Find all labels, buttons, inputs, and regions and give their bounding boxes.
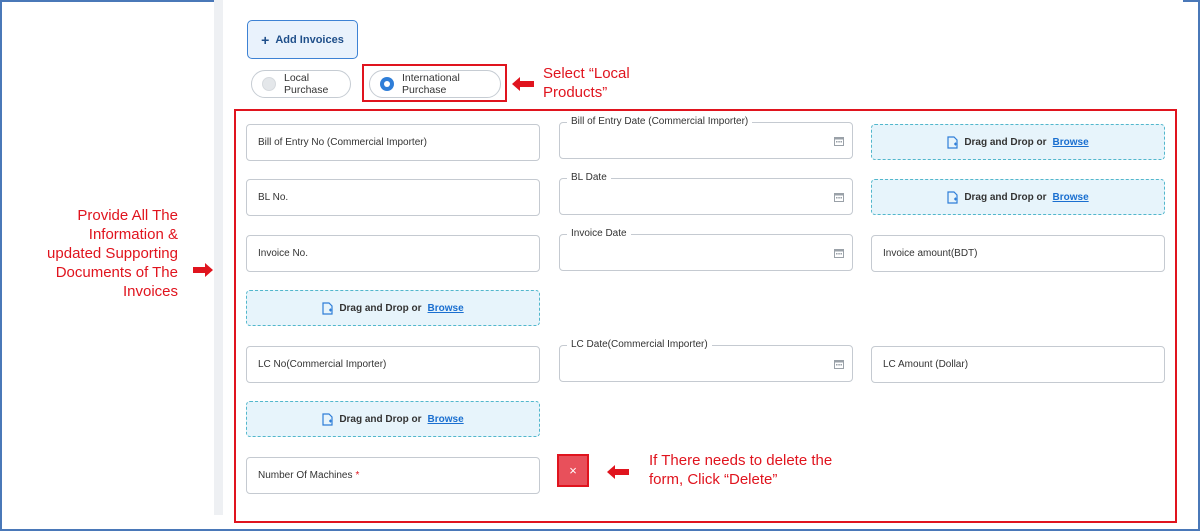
number-of-machines-input[interactable]: Number Of Machines * — [246, 457, 540, 494]
browse-link[interactable]: Browse — [428, 303, 464, 314]
arrow-right-icon — [193, 263, 213, 277]
dropzone-text: Drag and Drop or — [339, 413, 422, 425]
dropzone-bl[interactable]: Drag and Drop or Browse — [871, 179, 1165, 215]
invoice-no-placeholder: Invoice No. — [258, 248, 309, 259]
required-mark: * — [355, 470, 360, 481]
bl-no-input[interactable]: BL No. — [246, 179, 540, 216]
plus-icon: + — [261, 31, 270, 48]
annotation-provide-line5: Invoices — [122, 283, 178, 300]
annotation-provide-line3: updated Supporting — [47, 245, 178, 262]
add-invoices-label: Add Invoices — [275, 33, 344, 46]
bl-date-input[interactable]: BL Date — [559, 172, 853, 215]
bill-of-entry-date-input[interactable]: Bill of Entry Date (Commercial Importer) — [559, 116, 853, 159]
bill-of-entry-no-input[interactable]: Bill of Entry No (Commercial Importer) — [246, 124, 540, 161]
invoice-amount-placeholder: Invoice amount(BDT) — [883, 248, 978, 259]
bill-of-entry-no-placeholder: Bill of Entry No (Commercial Importer) — [258, 137, 427, 148]
annotation-delete: If There needs to delete the form, Click… — [649, 451, 832, 489]
dropzone-text: Drag and Drop or — [964, 136, 1047, 148]
bill-of-entry-date-label: Bill of Entry Date (Commercial Importer) — [567, 116, 753, 127]
browse-link[interactable]: Browse — [428, 414, 464, 425]
invoice-date-input[interactable]: Invoice Date — [559, 228, 853, 271]
file-upload-icon — [947, 190, 958, 204]
browse-link[interactable]: Browse — [1053, 192, 1089, 203]
annotation-select: Select “Local Products” — [543, 64, 630, 102]
dropzone-lc[interactable]: Drag and Drop or Browse — [246, 401, 540, 437]
annotation-provide: Provide All The Information & updated Su… — [30, 206, 178, 301]
lc-amount-input[interactable]: LC Amount (Dollar) — [871, 346, 1165, 383]
file-upload-icon — [947, 135, 958, 149]
bl-date-label: BL Date — [567, 172, 611, 183]
annotation-provide-line1: Provide All The — [77, 207, 178, 224]
close-icon: × — [569, 463, 577, 478]
file-upload-icon — [322, 412, 333, 426]
lc-amount-placeholder: LC Amount (Dollar) — [883, 359, 969, 370]
invoice-date-label: Invoice Date — [567, 228, 631, 239]
lc-no-placeholder: LC No(Commercial Importer) — [258, 359, 387, 370]
add-invoices-button[interactable]: + Add Invoices — [247, 20, 358, 59]
annotation-delete-line1: If There needs to delete the — [649, 452, 833, 469]
invoice-amount-input[interactable]: Invoice amount(BDT) — [871, 235, 1165, 272]
radio-local-purchase-label: Local Purchase — [284, 72, 329, 96]
delete-button[interactable]: × — [557, 454, 589, 487]
arrow-left-icon — [607, 465, 629, 479]
radio-local-purchase[interactable]: Local Purchase — [251, 70, 351, 98]
annotation-provide-line2: Information & — [88, 226, 178, 243]
bl-no-placeholder: BL No. — [258, 192, 289, 203]
annotation-select-line2: Products” — [543, 84, 608, 101]
lc-date-label: LC Date(Commercial Importer) — [567, 339, 712, 350]
browse-link[interactable]: Browse — [1053, 137, 1089, 148]
annotation-provide-line4: Documents of The — [55, 264, 178, 281]
dropzone-bill-of-entry[interactable]: Drag and Drop or Browse — [871, 124, 1165, 160]
file-upload-icon — [322, 301, 333, 315]
arrow-left-icon — [512, 77, 534, 91]
page-gutter — [214, 0, 223, 515]
highlight-radio-box — [362, 64, 507, 102]
dropzone-invoice[interactable]: Drag and Drop or Browse — [246, 290, 540, 326]
calendar-icon — [834, 360, 844, 369]
annotation-select-line1: Select “Local — [543, 65, 630, 82]
radio-unselected-icon — [262, 77, 276, 91]
dropzone-text: Drag and Drop or — [339, 302, 422, 314]
annotation-delete-line2: form, Click “Delete” — [649, 471, 778, 488]
calendar-icon — [834, 249, 844, 258]
invoice-no-input[interactable]: Invoice No. — [246, 235, 540, 272]
dropzone-text: Drag and Drop or — [964, 191, 1047, 203]
lc-no-input[interactable]: LC No(Commercial Importer) — [246, 346, 540, 383]
number-of-machines-placeholder: Number Of Machines — [258, 470, 353, 481]
lc-date-input[interactable]: LC Date(Commercial Importer) — [559, 339, 853, 382]
calendar-icon — [834, 137, 844, 146]
calendar-icon — [834, 193, 844, 202]
